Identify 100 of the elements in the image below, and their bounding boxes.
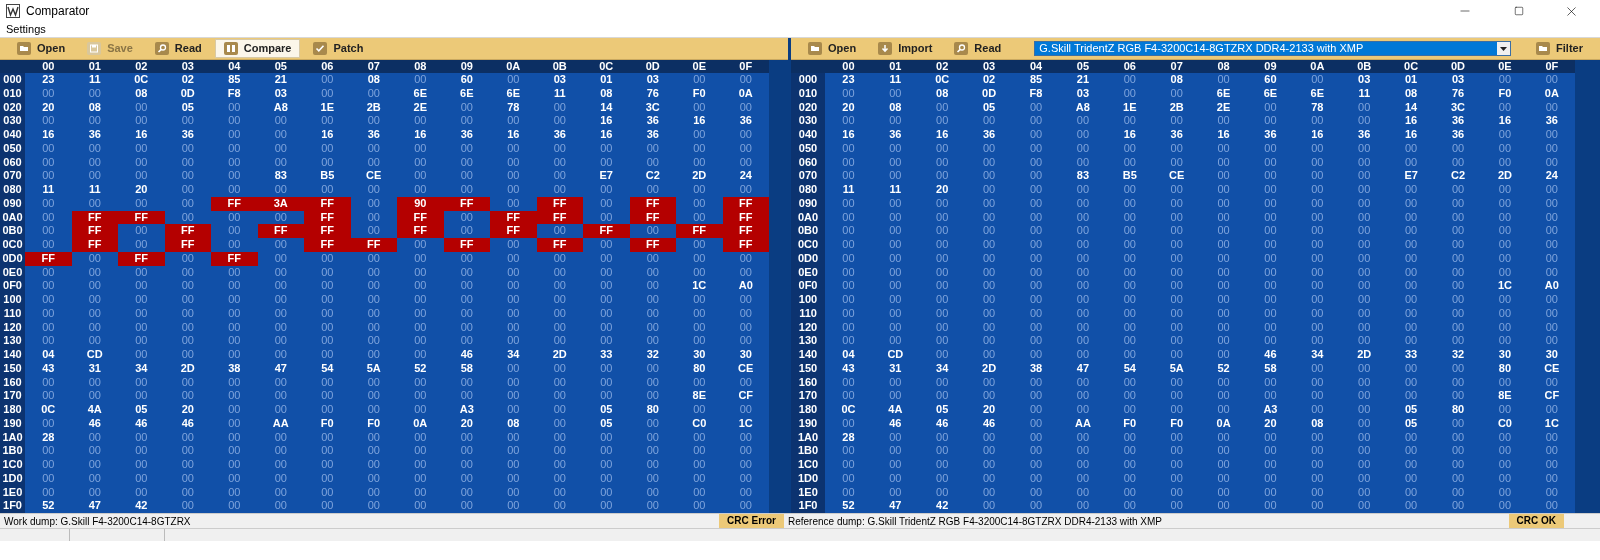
hex-cell: 20 [164, 403, 211, 417]
hex-cell: 00 [490, 73, 537, 87]
status-text: Work dump: G.Skill F4-3200C14-8GTZRX [4, 514, 192, 529]
toolbar-button[interactable]: Import [869, 39, 942, 58]
hex-cell: 16 [1106, 128, 1154, 142]
hex-cell: 00 [629, 458, 676, 472]
hex-cell: 00 [1200, 114, 1247, 128]
hex-cell: 00 [490, 334, 537, 348]
hex-cell: 00 [1153, 238, 1201, 252]
hex-cell: 33 [583, 348, 630, 362]
hex-cell: 00 [1387, 499, 1435, 513]
hex-cell: 00 [1340, 238, 1388, 252]
hex-cell: CF [722, 389, 769, 403]
hex-cell: 00 [25, 224, 72, 238]
row-offset: 190 [3, 416, 22, 431]
hex-cell: 00 [118, 334, 165, 348]
hex-cell: 00 [918, 458, 966, 472]
hex-cell: 00 [1059, 128, 1107, 142]
hex-cell: 00 [1247, 183, 1294, 197]
hex-cell: 00 [71, 444, 118, 458]
toolbar-button[interactable]: Filter [1527, 39, 1592, 58]
toolbar-button[interactable]: Open [799, 39, 866, 58]
hex-cell: CE [350, 169, 397, 183]
row-offset: 1A0 [797, 430, 819, 445]
hex-cell: 00 [536, 499, 583, 513]
hex-cell: 00 [257, 499, 304, 513]
hex-cell: 00 [25, 169, 72, 183]
hex-cell: 00 [1387, 458, 1435, 472]
hex-cell: 00 [211, 444, 258, 458]
hex-cell: 00 [1340, 279, 1388, 293]
toolbar-button[interactable]: Read [145, 39, 211, 58]
hex-cell: 00 [25, 389, 72, 403]
hex-cell: 00 [1106, 389, 1154, 403]
hex-cell: 00 [1293, 224, 1341, 238]
hex-cell: 00 [871, 389, 919, 403]
hex-cell: 00 [397, 293, 444, 307]
hex-cell: 00 [257, 444, 304, 458]
hex-cell: 00 [1200, 334, 1247, 348]
hex-cell: 00 [1153, 293, 1201, 307]
hex-cell: 00 [1059, 348, 1107, 362]
hex-cell: 00 [1106, 114, 1154, 128]
hex-cell: 00 [490, 389, 537, 403]
hex-cell: 52 [25, 499, 72, 513]
hex-cell: 00 [1012, 499, 1060, 513]
hex-cell: 00 [25, 334, 72, 348]
dump-select[interactable]: G.Skill TridentZ RGB F4-3200C14-8GTZRX DDR4-2133 with XMP [1034, 41, 1512, 56]
crc-status: CRC OK [1508, 514, 1564, 528]
toolbar-button[interactable]: Open [8, 39, 75, 58]
hex-cell: B5 [1106, 169, 1154, 183]
hex-cell: 00 [1293, 238, 1341, 252]
hex-cell: 00 [397, 444, 444, 458]
hex-cell: 00 [965, 348, 1013, 362]
hex-cell: 00 [918, 114, 966, 128]
toolbar-button[interactable]: Read [945, 39, 1011, 58]
hex-cell: 36 [965, 128, 1013, 142]
hex-cell: 0C [825, 403, 872, 417]
column-header: 06 [321, 60, 334, 73]
hex-cell: 00 [304, 403, 351, 417]
hex-cell: 11 [71, 73, 118, 87]
hex-cell: 20 [965, 403, 1013, 417]
hex-cell: 00 [825, 389, 872, 403]
hex-cell: 00 [304, 348, 351, 362]
hex-cell: 00 [1200, 403, 1247, 417]
hex-cell: 80 [1434, 403, 1482, 417]
hex-cell: 00 [1528, 458, 1576, 472]
hex-cell: 00 [1106, 499, 1154, 513]
column-header: 00 [42, 60, 55, 73]
hex-cell: 16 [583, 128, 630, 142]
hex-cell: 00 [871, 238, 919, 252]
hex-cell: 00 [211, 334, 258, 348]
hex-cell: 00 [443, 334, 490, 348]
toolbar-button[interactable]: Compare [214, 39, 301, 58]
hex-cell: 85 [1012, 73, 1060, 87]
hex-cell: 00 [1153, 499, 1201, 513]
hex-cell: 00 [1106, 348, 1154, 362]
hex-cell: 4A [871, 403, 919, 417]
maximize-icon[interactable] [1514, 6, 1524, 16]
hex-cell: 00 [1059, 334, 1107, 348]
hex-cell: 36 [629, 114, 676, 128]
hex-cell: 00 [536, 224, 583, 238]
column-header: 0B [552, 60, 567, 73]
hex-cell: CD [871, 348, 919, 362]
hex-cell: 80 [629, 403, 676, 417]
toolbar-button[interactable]: Patch [304, 39, 373, 58]
hex-cell: 00 [443, 389, 490, 403]
hex-cell: 00 [1106, 183, 1154, 197]
hex-cell: 00 [1434, 183, 1482, 197]
hex-cell: 8E [1481, 389, 1529, 403]
row-offset: 180 [798, 403, 818, 417]
hex-cell: 00 [443, 114, 490, 128]
hex-cell: C2 [1434, 169, 1482, 183]
hex-cell: 00 [1340, 169, 1388, 183]
row-offset: 060 [3, 155, 22, 170]
hex-cell: 00 [1153, 279, 1201, 293]
menu-item[interactable]: Settings [6, 21, 46, 38]
hex-cell: 00 [397, 73, 444, 87]
hex-cell: 1C [1481, 279, 1529, 293]
row-offset: 190 [798, 416, 818, 431]
hex-cell: 00 [1247, 238, 1294, 252]
hex-cell: 00 [1293, 458, 1341, 472]
